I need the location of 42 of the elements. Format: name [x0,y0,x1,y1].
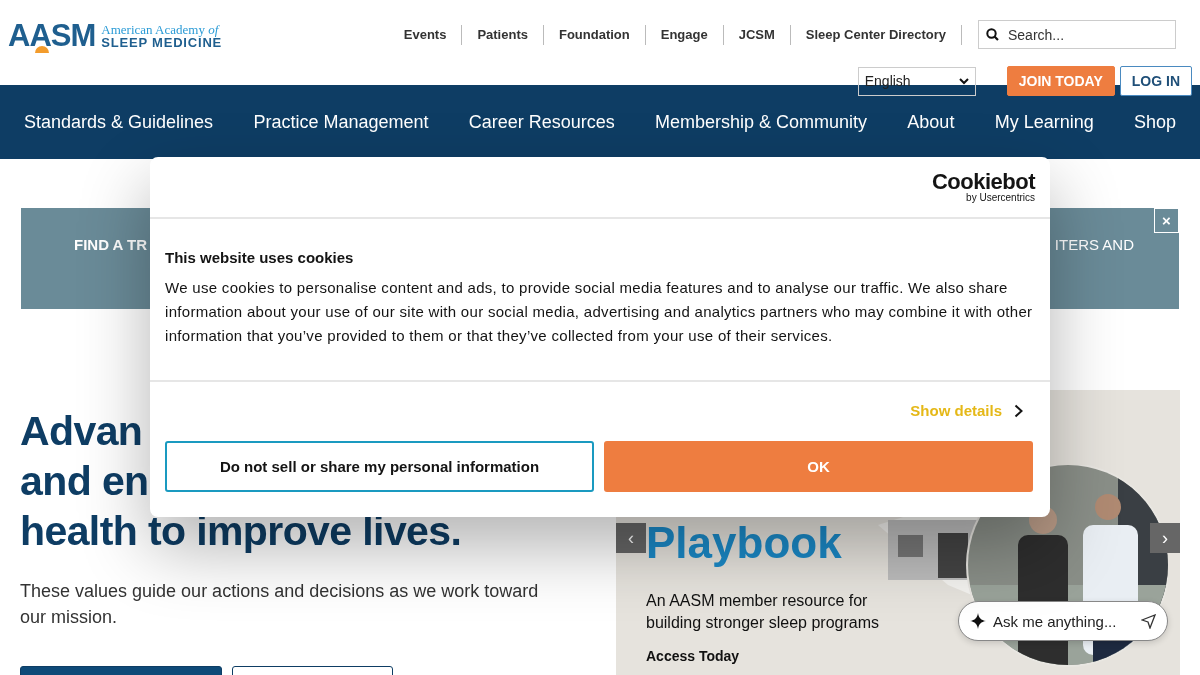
nav-item[interactable]: Standards & Guidelines [24,111,214,133]
language-select[interactable]: English [857,66,976,96]
banner-text: ITERS AND [1054,236,1134,254]
send-icon[interactable] [1141,614,1156,629]
chat-field[interactable]: Ask me anything... [958,601,1168,641]
next-button[interactable]: › [1150,523,1180,553]
nav-item[interactable]: Career Resources [468,111,615,133]
search-field[interactable]: Search... [978,20,1176,49]
dialog-title: This website uses cookies [165,249,355,266]
utility-link[interactable]: Sleep Center Directory [790,24,962,45]
logo-mark: AASM [8,18,96,54]
utility-link[interactable]: Events [388,24,463,45]
utility-link[interactable]: Patients [462,24,544,45]
logo-text: SLEEP MEDICINE [101,36,223,49]
utility-link[interactable]: JCSM [723,24,791,45]
close-button[interactable]: × [1154,208,1179,233]
brand-logo: Cookiebot [931,171,1035,193]
chevron-down-icon [958,77,969,85]
carousel-text: An AASM member resource for building stronger sleep programs [646,591,880,633]
brand-tagline: by Usercentrics [966,193,1035,203]
nav-item[interactable]: My Learning [994,111,1094,133]
utility-link[interactable]: Engage [645,24,724,45]
hero-text: These values guide our actions and decisions as we work toward our mission. [20,580,540,629]
hero-heading: Advan [20,407,143,456]
logo-text: American Academy of [101,23,220,36]
previous-button[interactable]: ‹ [616,523,646,553]
search-icon [986,28,999,41]
hero-heading: and en [20,457,149,506]
opt-out-button[interactable]: Do not sell or share my personal information [165,441,594,492]
carousel-link[interactable]: Access Today [646,648,740,664]
utility-link[interactable]: Foundation [543,24,646,45]
nav-item[interactable]: Membership & Community [655,111,868,133]
nav-item[interactable]: About [907,111,955,133]
hero-heading: health to improve lives. [20,507,462,556]
chevron-right-icon [1014,403,1023,418]
carousel-title: Playbook [646,520,842,566]
banner-text: FIND A TR [74,236,148,254]
login-button[interactable]: LOG IN [1119,66,1192,96]
nav-item[interactable]: Practice Management [253,111,429,133]
sparkle-icon [970,613,986,629]
dialog-text: We use cookies to personalise content and ads, to provide social media features and to analyse our traffic. We also share information about your use of our site with our social media, advertising and analytics partners who may combine it with other information that you’ve provided to them or that they’ve collected from your use of their services. [165,278,1034,346]
nav-item[interactable]: Shop [1133,111,1176,133]
